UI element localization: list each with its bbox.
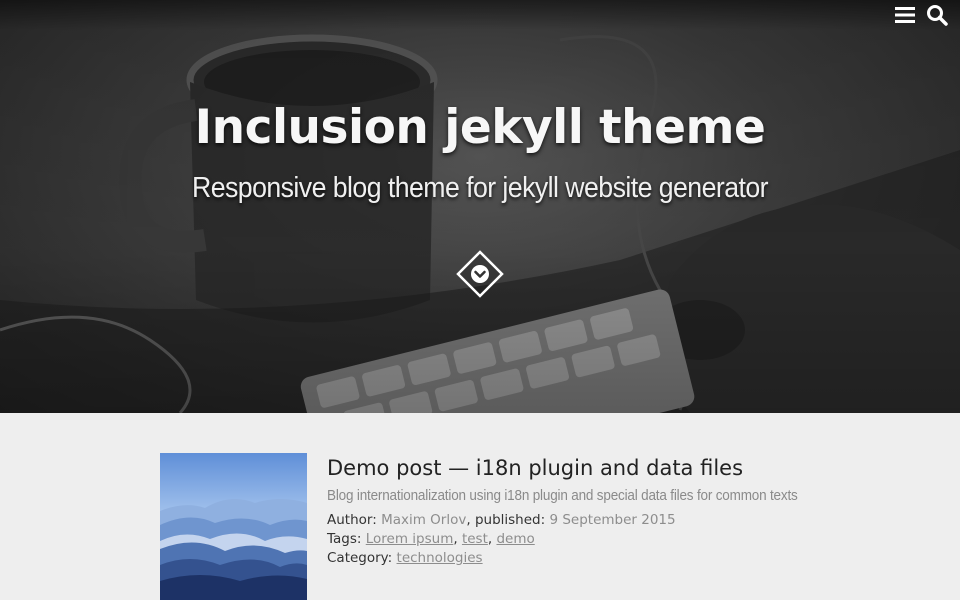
- post-category-line: Category: technologies: [327, 549, 807, 568]
- tag-link[interactable]: Lorem ipsum: [366, 531, 454, 547]
- post-title-link[interactable]: Demo post — i18n plugin and data files: [327, 454, 807, 482]
- post-description: Blog internationalization using i18n plu…: [327, 487, 798, 504]
- category-label: Category:: [327, 550, 393, 566]
- tag-link[interactable]: demo: [496, 531, 534, 547]
- category-link[interactable]: technologies: [397, 550, 483, 566]
- tags-label: Tags:: [327, 531, 362, 547]
- post-date: 9 September 2015: [549, 512, 676, 528]
- site-subtitle: Responsive blog theme for jekyll website…: [191, 172, 769, 204]
- menu-icon[interactable]: [894, 4, 916, 26]
- scroll-down-icon[interactable]: [456, 250, 504, 298]
- top-navigation: [894, 4, 948, 26]
- published-label: published:: [474, 512, 546, 528]
- post-summary: Demo post — i18n plugin and data files B…: [327, 453, 807, 568]
- search-icon[interactable]: [926, 4, 948, 26]
- hero-banner: Inclusion jekyll theme Responsive blog t…: [0, 0, 960, 413]
- site-title: Inclusion jekyll theme: [194, 100, 766, 155]
- author-label: Author:: [327, 512, 377, 528]
- post-thumbnail[interactable]: [160, 453, 307, 600]
- post-tags-line: Tags: Lorem ipsum, test, demo: [327, 531, 535, 547]
- post-list: Demo post — i18n plugin and data files B…: [0, 413, 960, 600]
- author-name: Maxim Orlov: [381, 512, 467, 528]
- tag-link[interactable]: test: [462, 531, 488, 547]
- list-item: Demo post — i18n plugin and data files B…: [160, 453, 800, 600]
- hero-shade-overlay: [0, 0, 960, 413]
- post-author-line: Author: Maxim Orlov, published: 9 Septem…: [327, 512, 676, 528]
